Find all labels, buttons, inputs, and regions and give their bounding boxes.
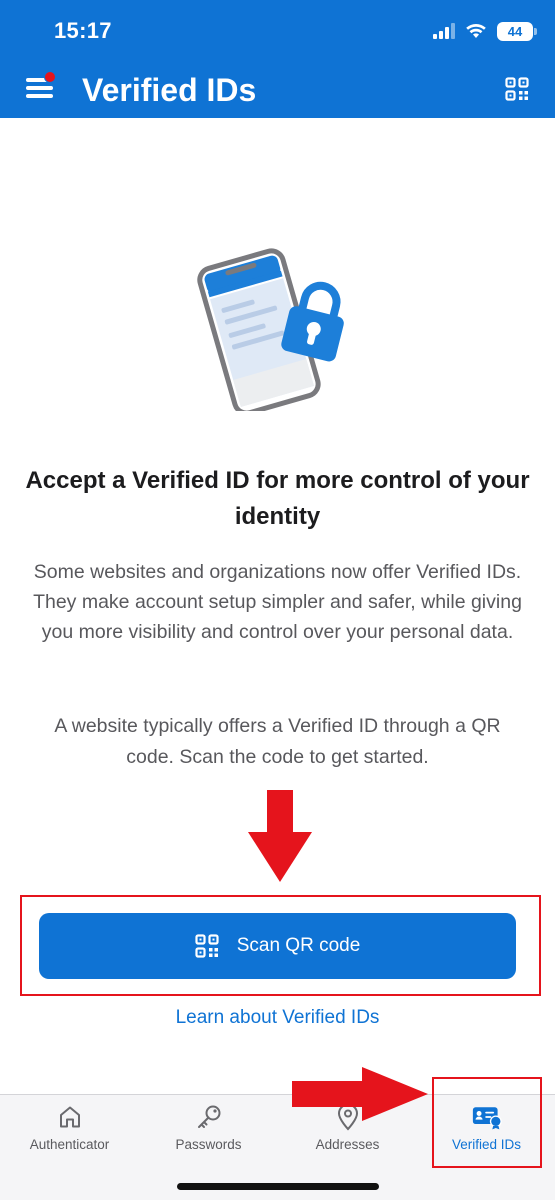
phone-with-lock-illustration — [197, 248, 344, 411]
annotation-highlight-box — [432, 1077, 542, 1168]
app-header: 15:17 44 Verified IDs — [0, 0, 555, 118]
tab-label: Authenticator — [29, 1137, 110, 1152]
scan-qr-code-button[interactable]: Scan QR code — [39, 913, 516, 979]
home-indicator — [177, 1183, 379, 1190]
hamburger-menu-bar — [26, 94, 53, 98]
tab-label: Passwords — [175, 1137, 242, 1152]
scan-qr-code-label: Scan QR code — [236, 935, 361, 956]
annotation-arrow-right-icon — [292, 1067, 428, 1121]
battery-indicator: 44 — [497, 21, 537, 41]
tab-authenticator[interactable]: Authenticator — [0, 1095, 139, 1165]
learn-about-verified-ids-link[interactable]: Learn about Verified IDs — [0, 1007, 555, 1029]
page-title: Verified IDs — [82, 72, 257, 108]
status-indicators: 44 — [433, 20, 537, 42]
annotation-arrow-down-icon — [248, 790, 312, 882]
notification-dot — [44, 71, 56, 83]
hamburger-menu-bar — [26, 86, 53, 90]
home-icon — [59, 1106, 80, 1128]
onboarding-instructions: A website typically offers a Verified ID… — [54, 715, 501, 768]
wifi-icon — [466, 23, 486, 38]
key-icon — [197, 1105, 220, 1128]
status-time: 15:17 — [54, 18, 112, 43]
onboarding-heading: Accept a Verified ID for more control of… — [25, 467, 530, 530]
onboarding-description: Some websites and organizations now offe… — [33, 561, 522, 643]
tab-label: Addresses — [315, 1137, 380, 1152]
menu-button[interactable] — [26, 71, 56, 100]
qr-code-icon — [195, 934, 219, 958]
tab-passwords[interactable]: Passwords — [139, 1095, 278, 1165]
qr-code-icon[interactable] — [505, 77, 529, 101]
signal-icon — [433, 23, 455, 39]
